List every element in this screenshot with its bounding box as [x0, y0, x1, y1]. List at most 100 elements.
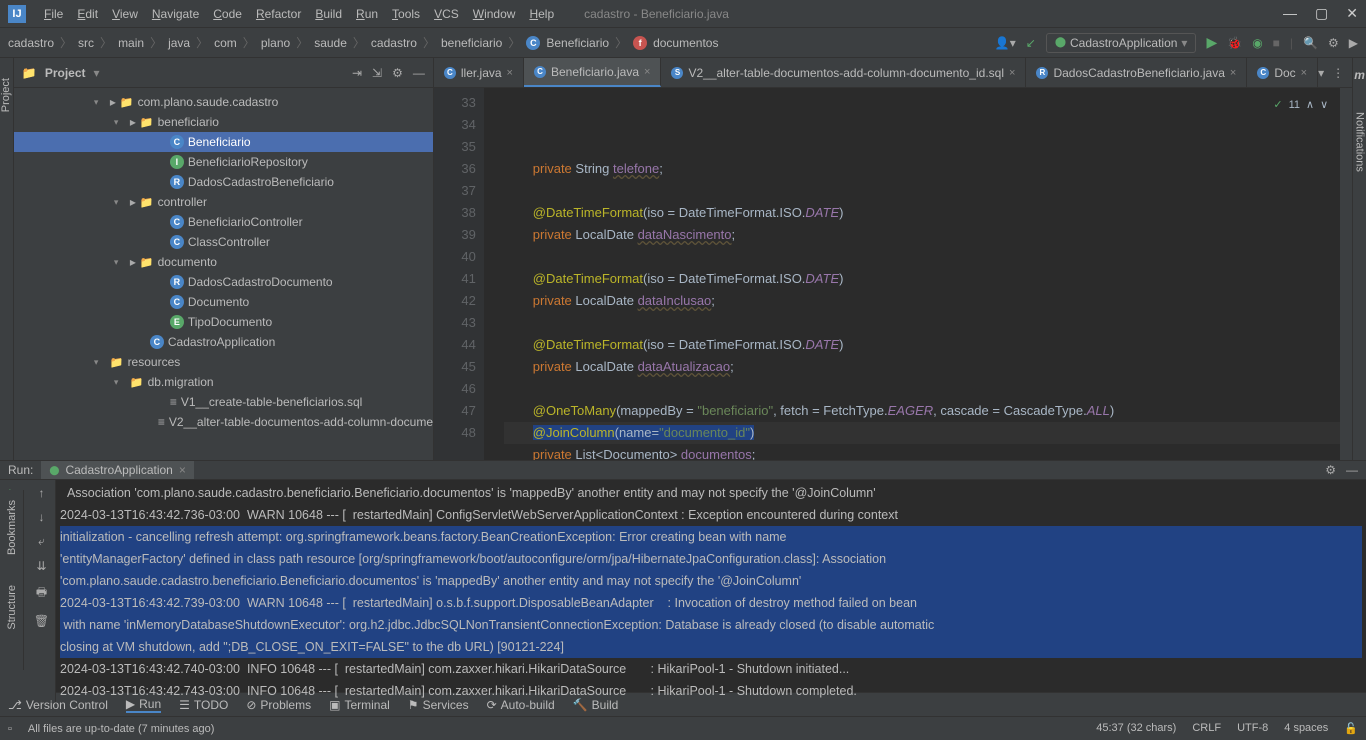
bottom-tab-run[interactable]: ▶Run	[126, 697, 161, 713]
close-icon[interactable]: ×	[1009, 67, 1015, 79]
bottom-tab-version-control[interactable]: ⎇Version Control	[8, 698, 108, 712]
tree-item[interactable]: ▾▸📁beneficiario	[14, 112, 433, 132]
select-opened-icon[interactable]: ⇥	[352, 66, 362, 80]
breadcrumb-item[interactable]: com	[214, 36, 237, 50]
breadcrumb-item[interactable]: beneficiario	[441, 36, 502, 50]
coverage-icon[interactable]: ◉	[1252, 36, 1262, 50]
tree-item[interactable]: ≡V1__create-table-beneficiarios.sql	[14, 392, 433, 412]
structure-tool-button[interactable]: Structure	[6, 585, 18, 630]
bottom-tab-problems[interactable]: ⊘Problems	[246, 698, 311, 712]
bottom-tab-services[interactable]: ⚑Services	[408, 698, 469, 712]
menu-tools[interactable]: Tools	[386, 3, 426, 25]
tree-item[interactable]: ETipoDocumento	[14, 312, 433, 332]
ide-icon[interactable]: ▶	[1349, 36, 1358, 50]
tree-item[interactable]: CCadastroApplication	[14, 332, 433, 352]
project-tool-button[interactable]: Project	[0, 78, 12, 112]
menu-code[interactable]: Code	[207, 3, 248, 25]
project-tree[interactable]: ▾▸📁com.plano.saude.cadastro▾▸📁beneficiar…	[14, 88, 433, 460]
menu-refactor[interactable]: Refactor	[250, 3, 307, 25]
tree-item[interactable]: RDadosCadastroDocumento	[14, 272, 433, 292]
breadcrumb-item[interactable]: cadastro	[8, 36, 54, 50]
tree-item[interactable]: CBeneficiarioController	[14, 212, 433, 232]
breadcrumb-item[interactable]: saude	[314, 36, 347, 50]
status-item[interactable]: 4 spaces	[1284, 722, 1328, 735]
status-icon[interactable]: ▫	[8, 723, 12, 735]
close-icon[interactable]: ×	[1230, 67, 1236, 79]
maven-tool-button[interactable]: m	[1354, 68, 1365, 82]
breadcrumb-item[interactable]: java	[168, 36, 190, 50]
editor-tab[interactable]: RDadosCadastroBeneficiario.java×	[1026, 58, 1247, 87]
print-icon[interactable]: 🖶	[36, 583, 47, 604]
wrap-icon[interactable]: ⤶	[38, 534, 45, 549]
menu-file[interactable]: File	[38, 3, 69, 25]
editor-tab[interactable]: Cller.java×	[434, 58, 524, 87]
close-icon[interactable]: ×	[179, 463, 186, 477]
tree-item[interactable]: CDocumento	[14, 292, 433, 312]
run-config-selector[interactable]: ⬤ CadastroApplication ▾	[1046, 33, 1197, 53]
bottom-tab-todo[interactable]: ☰TODO	[179, 698, 228, 712]
menu-window[interactable]: Window	[467, 3, 522, 25]
menu-help[interactable]: Help	[523, 3, 560, 25]
bookmarks-tool-button[interactable]: Bookmarks	[6, 500, 18, 555]
breadcrumb-item[interactable]: documentos	[653, 36, 718, 50]
close-icon[interactable]: ✕	[1346, 5, 1358, 22]
tree-item[interactable]: ▾📁resources	[14, 352, 433, 372]
status-item[interactable]: UTF-8	[1237, 722, 1268, 735]
tree-item[interactable]: CClassController	[14, 232, 433, 252]
more-icon[interactable]: ⋮	[1332, 66, 1344, 80]
next-icon[interactable]: ∨	[1320, 94, 1328, 116]
tree-item[interactable]: ▾▸📁com.plano.saude.cadastro	[14, 92, 433, 112]
close-icon[interactable]: ×	[644, 66, 650, 78]
breadcrumb[interactable]: cadastro〉src〉main〉java〉com〉plano〉saude〉c…	[8, 34, 718, 51]
editor-tab[interactable]: SV2__alter-table-documentos-add-column-d…	[661, 58, 1026, 87]
run-icon[interactable]: ▶	[1206, 34, 1217, 51]
bottom-tab-auto-build[interactable]: ⟳Auto-build	[487, 698, 555, 712]
vcs-update-icon[interactable]: ↙	[1026, 36, 1036, 50]
lock-icon[interactable]: 🔓	[1344, 722, 1358, 735]
menu-navigate[interactable]: Navigate	[146, 3, 205, 25]
breadcrumb-item[interactable]: Beneficiario	[546, 36, 609, 50]
error-stripe[interactable]	[1340, 88, 1352, 460]
close-icon[interactable]: ×	[1301, 67, 1307, 79]
menu-vcs[interactable]: VCS	[428, 3, 465, 25]
breadcrumb-item[interactable]: main	[118, 36, 144, 50]
gear-icon[interactable]: ⚙	[392, 66, 403, 80]
close-icon[interactable]: ×	[507, 67, 513, 79]
status-item[interactable]: CRLF	[1192, 722, 1221, 735]
menu-run[interactable]: Run	[350, 3, 384, 25]
tree-item[interactable]: ▾📁db.migration	[14, 372, 433, 392]
code-editor[interactable]: 33343536373839404142434445464748 ✓ 11 ∧ …	[434, 88, 1352, 460]
tree-item[interactable]: ▾▸📁controller	[14, 192, 433, 212]
console-output[interactable]: Association 'com.plano.saude.cadastro.be…	[56, 480, 1366, 704]
tree-item[interactable]: ≡V2__alter-table-documentos-add-column-d…	[14, 412, 433, 432]
hide-icon[interactable]: —	[413, 66, 425, 80]
tree-item[interactable]: CBeneficiario	[14, 132, 433, 152]
prev-icon[interactable]: ∧	[1306, 94, 1314, 116]
breadcrumb-item[interactable]: cadastro	[371, 36, 417, 50]
down-icon[interactable]: ↓	[39, 510, 45, 524]
hide-icon[interactable]: —	[1346, 463, 1358, 477]
settings-icon[interactable]: ⚙	[1328, 36, 1339, 50]
status-item[interactable]: 45:37 (32 chars)	[1096, 722, 1176, 735]
debug-icon[interactable]: 🐞	[1227, 36, 1242, 50]
editor-tab[interactable]: CBeneficiario.java×	[524, 58, 662, 87]
maximize-icon[interactable]: ▢	[1315, 5, 1328, 22]
bottom-tab-build[interactable]: 🔨Build	[573, 698, 619, 712]
scroll-icon[interactable]: ⇊	[36, 559, 46, 573]
code-content[interactable]: ✓ 11 ∧ ∨ private String telefone; @DateT…	[484, 88, 1340, 460]
breadcrumb-item[interactable]: src	[78, 36, 94, 50]
notifications-tool-button[interactable]: Notifications	[1354, 112, 1366, 172]
stop-icon[interactable]: ■	[1273, 36, 1280, 50]
up-icon[interactable]: ↑	[39, 486, 45, 500]
chevron-icon[interactable]: ▾	[1318, 66, 1324, 80]
dropdown-icon[interactable]: ▾	[94, 66, 100, 80]
search-icon[interactable]: 🔍	[1303, 36, 1318, 50]
minimize-icon[interactable]: —	[1283, 5, 1297, 22]
user-icon[interactable]: 👤▾	[995, 36, 1016, 50]
run-tab[interactable]: ⬤ CadastroApplication ×	[41, 461, 194, 479]
breadcrumb-item[interactable]: plano	[261, 36, 290, 50]
tree-item[interactable]: IBeneficiarioRepository	[14, 152, 433, 172]
tree-item[interactable]: ▾▸📁documento	[14, 252, 433, 272]
inspection-indicator[interactable]: ✓ 11 ∧ ∨	[1273, 94, 1328, 116]
menu-edit[interactable]: Edit	[71, 3, 104, 25]
